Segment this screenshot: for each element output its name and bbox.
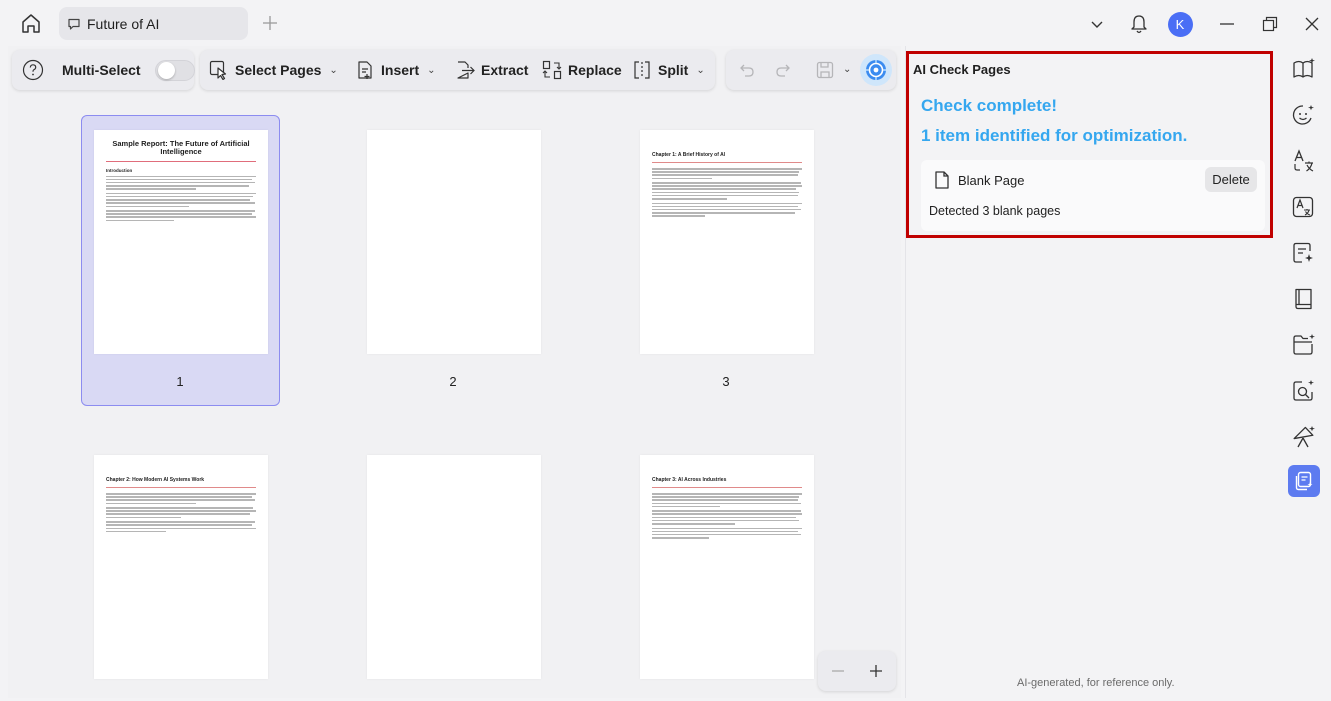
- insert-button[interactable]: Insert ⌄: [355, 58, 436, 82]
- tool-rail: [1277, 46, 1331, 698]
- page-thumbnail-blank[interactable]: [367, 455, 541, 679]
- document-tab-title: Future of AI: [87, 15, 160, 32]
- title-rule: [106, 160, 256, 162]
- chevron-down-icon: ⌄: [329, 64, 338, 76]
- new-tab-plus-icon[interactable]: [261, 14, 279, 32]
- page-chapter-heading: Chapter 1: A Brief History of AI: [652, 152, 802, 163]
- history-toolbar: ⌄: [726, 50, 896, 90]
- page-heading: Introduction: [106, 167, 133, 173]
- insert-page-icon: [355, 60, 375, 80]
- avatar-initial: K: [1167, 11, 1193, 37]
- text-paragraph: [652, 182, 802, 200]
- bell-icon[interactable]: [1126, 10, 1152, 38]
- check-summary: 1 item identified for optimization.: [921, 126, 1188, 145]
- text-paragraph: [652, 168, 802, 180]
- split-button[interactable]: Split ⌄: [632, 58, 705, 82]
- page-chapter-heading: Chapter 3: AI Across Industries: [652, 477, 802, 488]
- chevron-down-icon[interactable]: ⌄: [843, 64, 851, 75]
- page-title: Sample Report: The Future of Artificial …: [112, 139, 250, 157]
- translate-icon[interactable]: [1288, 145, 1320, 177]
- result-card: Blank Page Delete Detected 3 blank pages: [921, 160, 1265, 231]
- home-icon[interactable]: [18, 11, 44, 37]
- book-icon[interactable]: [1288, 283, 1320, 315]
- text-paragraph: [106, 192, 256, 207]
- split-icon: [632, 60, 652, 80]
- document-tab[interactable]: Future of AI: [59, 7, 248, 40]
- insert-label: Insert: [381, 62, 420, 78]
- text-paragraph: [106, 210, 256, 222]
- comment-icon: [67, 17, 81, 31]
- result-detail: Detected 3 blank pages: [929, 204, 1061, 218]
- undo-icon[interactable]: [738, 61, 756, 79]
- text-paragraph: [106, 493, 256, 505]
- page-thumbnail-blank[interactable]: [367, 130, 541, 354]
- extract-icon: [453, 60, 475, 80]
- text-paragraph: [106, 521, 256, 533]
- ai-chat-icon[interactable]: [1288, 99, 1320, 131]
- page-number: 2: [449, 374, 457, 389]
- text-paragraph: [652, 202, 802, 217]
- redo-icon[interactable]: [774, 61, 792, 79]
- ai-read-icon[interactable]: [1288, 53, 1320, 85]
- ai-assistant-icon[interactable]: [860, 54, 892, 86]
- chevron-down-icon: ⌄: [696, 64, 705, 76]
- zoom-out-icon[interactable]: [830, 663, 846, 679]
- ai-search-icon[interactable]: [1288, 375, 1320, 407]
- text-paragraph: [652, 510, 802, 525]
- minimize-icon[interactable]: [1216, 10, 1238, 38]
- ai-check-pages-icon[interactable]: [1288, 465, 1320, 497]
- chevron-down-icon: ⌄: [427, 64, 436, 76]
- multi-select-toggle[interactable]: [155, 60, 195, 81]
- restore-icon[interactable]: [1259, 10, 1281, 38]
- replace-label: Replace: [568, 62, 622, 78]
- avatar[interactable]: K: [1167, 10, 1193, 38]
- delete-button[interactable]: Delete: [1205, 167, 1257, 192]
- replace-icon: [542, 60, 562, 80]
- panel-title: AI Check Pages: [913, 62, 1011, 77]
- page-thumbnail[interactable]: Sample Report: The Future of Artificial …: [94, 130, 268, 354]
- extract-label: Extract: [481, 62, 529, 78]
- check-status: Check complete!: [921, 96, 1058, 115]
- replace-button[interactable]: Replace: [542, 58, 622, 82]
- page-thumbnail[interactable]: Chapter 1: A Brief History of AI: [640, 130, 814, 354]
- text-paragraph: [106, 507, 256, 519]
- save-icon[interactable]: [815, 60, 835, 80]
- help-icon[interactable]: [22, 59, 44, 81]
- multi-select-label: Multi-Select: [62, 62, 141, 78]
- text-paragraph: [106, 175, 256, 190]
- page-number: 3: [722, 374, 730, 389]
- extract-button[interactable]: Extract: [453, 58, 528, 82]
- ai-folder-icon[interactable]: [1288, 329, 1320, 361]
- page-number: 1: [176, 374, 184, 389]
- chevron-down-icon[interactable]: [1086, 10, 1108, 38]
- page-tools-toolbar: Select Pages ⌄ Insert ⌄ Extract Replace …: [200, 50, 715, 90]
- page-icon: [933, 170, 951, 190]
- cursor-select-icon: [209, 60, 229, 80]
- title-bar: Future of AI K: [0, 0, 1331, 46]
- selection-toolbar: Multi-Select: [12, 50, 195, 90]
- select-pages-button[interactable]: Select Pages ⌄: [209, 58, 338, 82]
- split-label: Split: [658, 62, 689, 78]
- text-paragraph: [652, 493, 802, 508]
- result-name: Blank Page: [958, 173, 1025, 188]
- ai-summarize-icon[interactable]: [1288, 237, 1320, 269]
- page-thumbnail[interactable]: Chapter 2: How Modern AI Systems Work: [94, 455, 268, 679]
- zoom-in-icon[interactable]: [868, 663, 884, 679]
- text-paragraph: [652, 527, 802, 539]
- ai-translate-icon[interactable]: [1288, 191, 1320, 223]
- disclaimer-text: AI-generated, for reference only.: [1017, 677, 1175, 689]
- select-pages-label: Select Pages: [235, 62, 322, 78]
- zoom-controls: [818, 651, 896, 691]
- page-thumbnail[interactable]: Chapter 3: AI Across Industries: [640, 455, 814, 679]
- page-chapter-heading: Chapter 2: How Modern AI Systems Work: [106, 477, 256, 488]
- presentation-icon[interactable]: [1288, 421, 1320, 453]
- close-icon[interactable]: [1301, 10, 1323, 38]
